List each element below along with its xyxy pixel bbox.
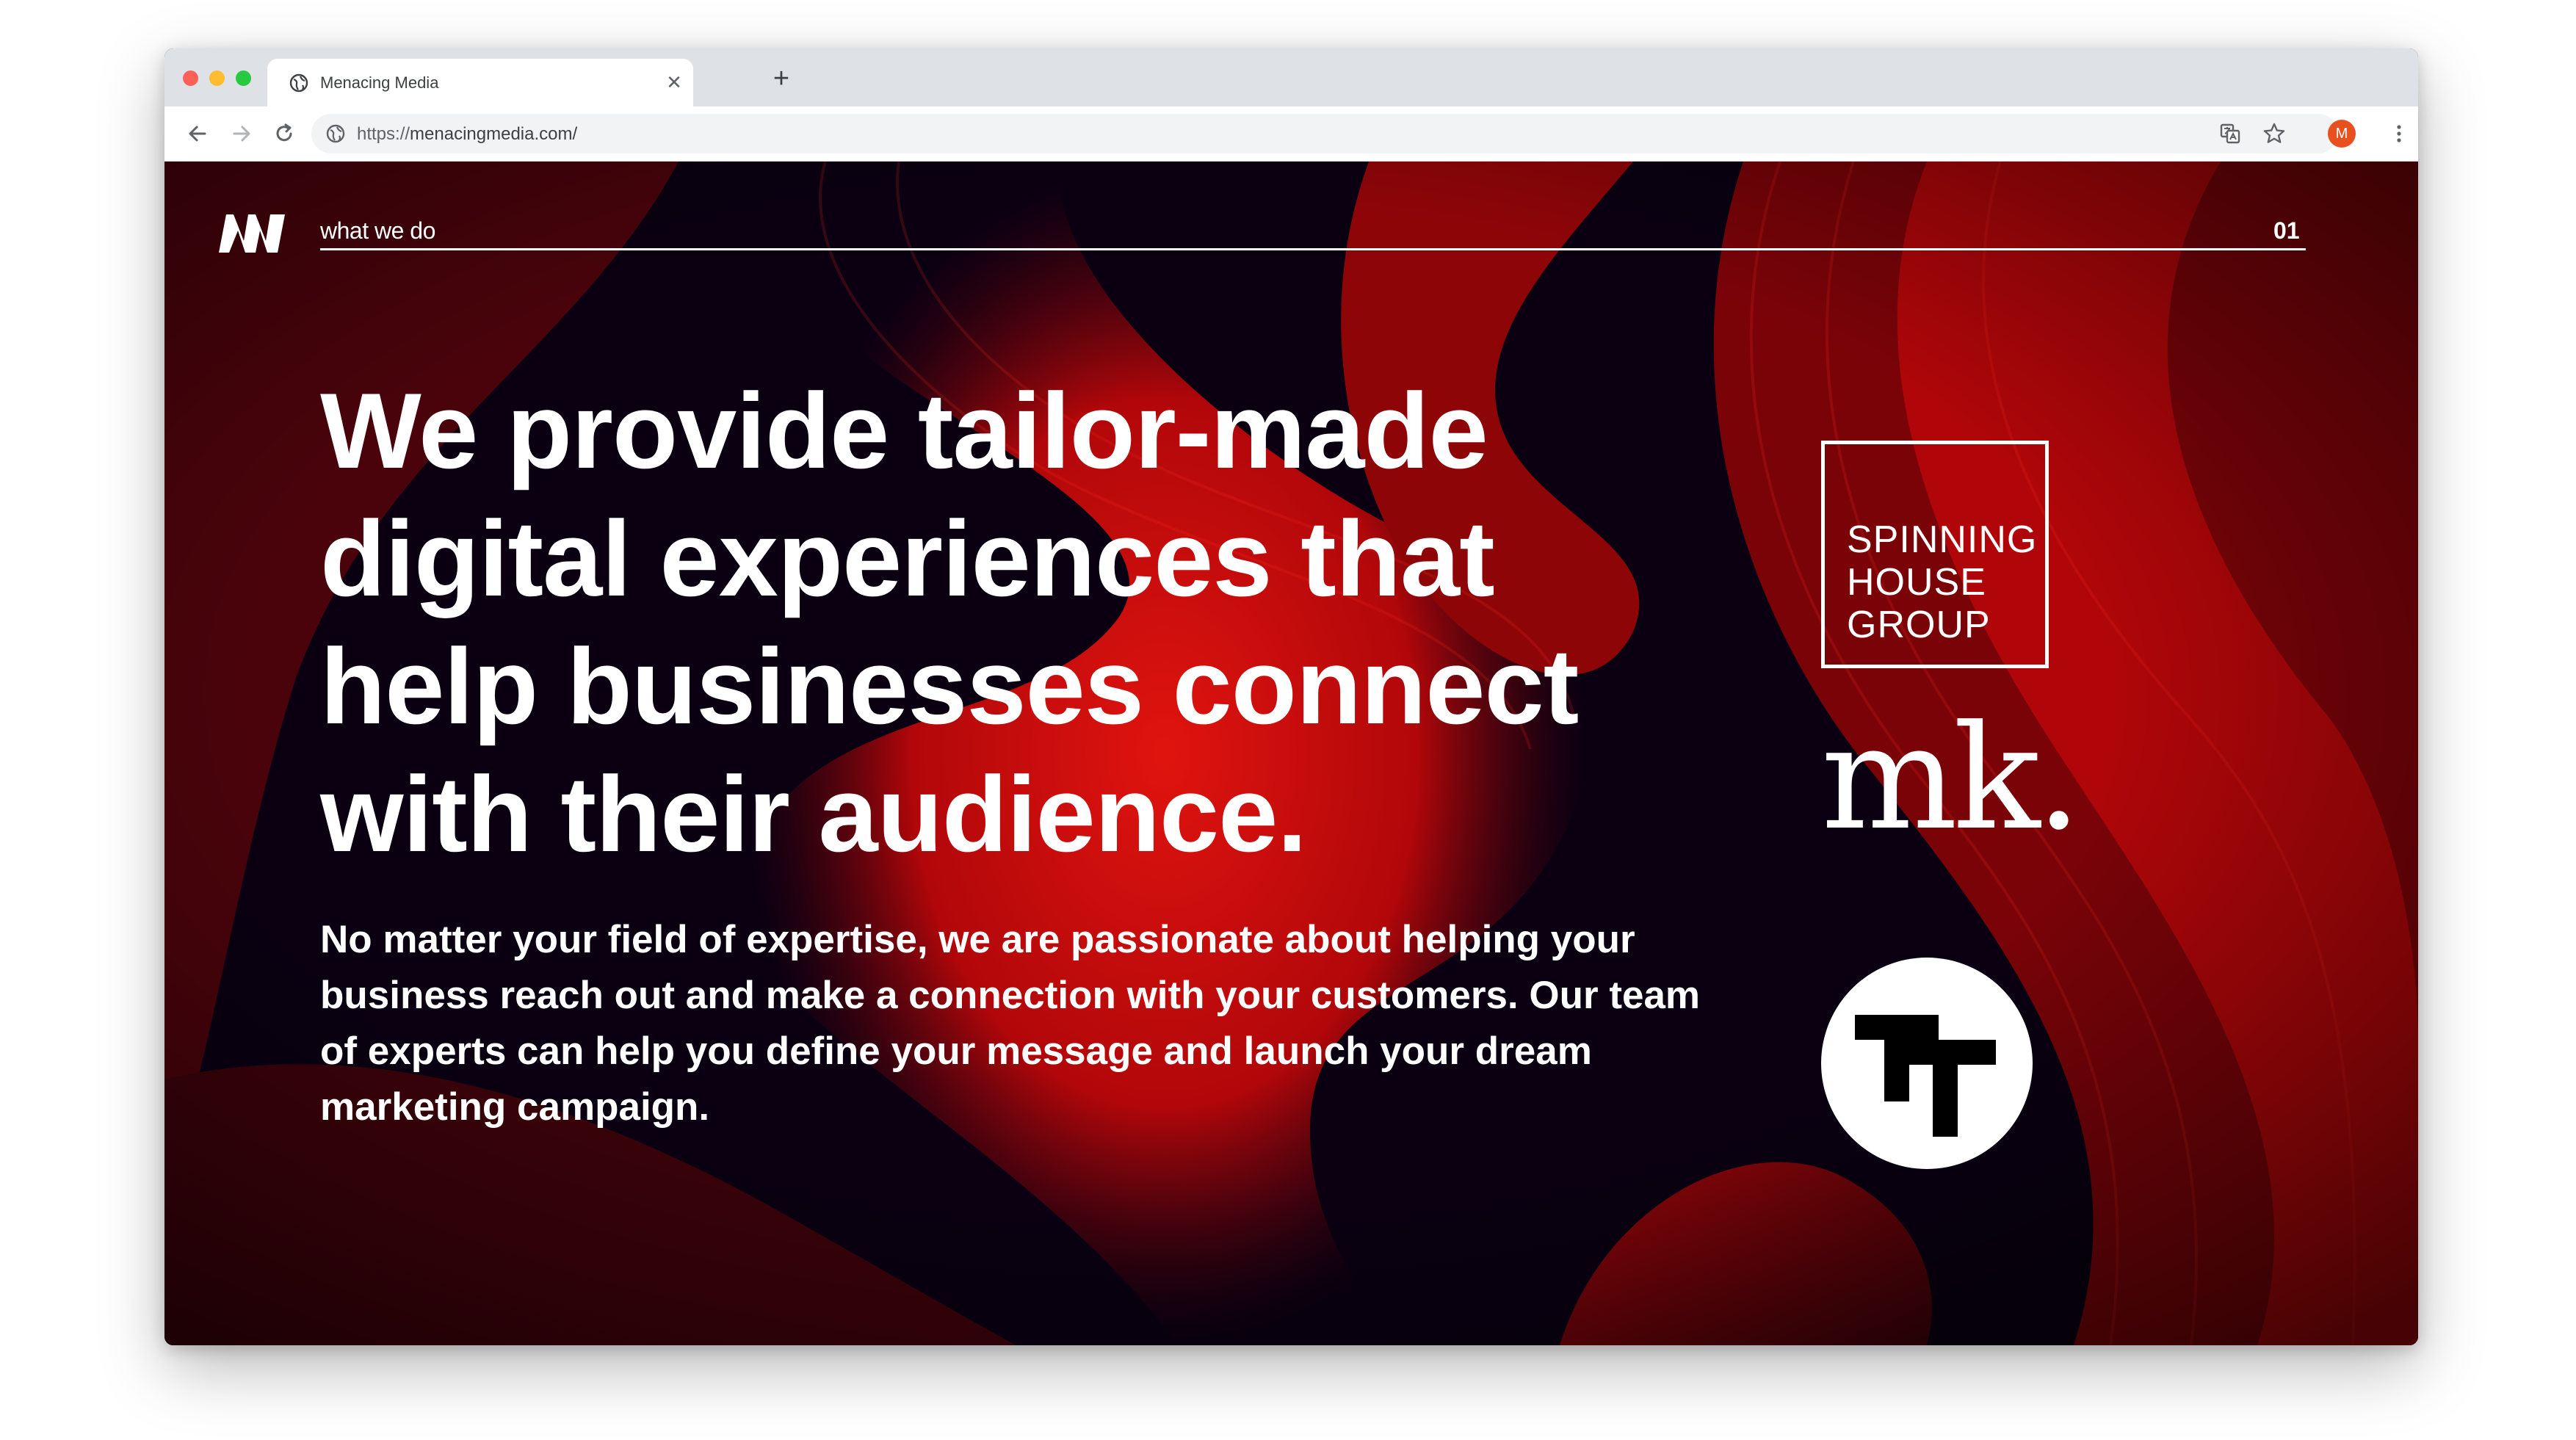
kebab-menu-icon[interactable] [2387, 121, 2412, 146]
maximize-window-button[interactable] [236, 70, 251, 86]
address-bar[interactable]: https://menacingmedia.com/ [311, 114, 2338, 153]
arrow-left-icon[interactable] [185, 121, 210, 146]
body-text: No matter your field of expertise, we ar… [320, 918, 1701, 1129]
globe-icon [326, 124, 345, 143]
globe-icon [289, 73, 308, 93]
minimize-window-button[interactable] [209, 70, 225, 86]
close-icon[interactable]: ✕ [664, 72, 684, 93]
page-viewport: what we do 01 We provide tailor-made dig… [164, 162, 2418, 1345]
translate-icon[interactable] [2218, 121, 2243, 146]
url-scheme: https:// [357, 124, 410, 144]
arrow-right-icon[interactable] [229, 121, 254, 146]
tt-monogram-icon [1855, 1015, 1996, 1137]
menacing-media-logo[interactable] [219, 214, 285, 253]
url-text[interactable]: https://menacingmedia.com/ [357, 124, 577, 145]
tab-menacing-media[interactable]: Menacing Media ✕ [267, 59, 693, 106]
tab-strip: Menacing Media ✕ + [164, 48, 2418, 106]
client-logo-line: GROUP [1847, 604, 1991, 646]
client-logo-spinning-house-group: SPINNING HOUSE GROUP [1821, 441, 2049, 668]
toolbar: https://menacingmedia.com/ M [164, 106, 2418, 162]
section-number: 01 [2273, 217, 2300, 244]
stage: Menacing Media ✕ + https://menacingmedia… [0, 0, 2576, 1440]
reload-icon[interactable] [272, 121, 297, 146]
client-logo-mk: mk. [1821, 695, 2082, 862]
client-logo-line: SPINNING [1847, 518, 2038, 561]
star-icon[interactable] [2262, 121, 2287, 146]
section-divider [320, 248, 2306, 250]
plus-icon[interactable]: + [768, 65, 795, 93]
browser-window: Menacing Media ✕ + https://menacingmedia… [164, 48, 2418, 1345]
client-logo-line: HOUSE [1847, 561, 1986, 604]
profile-avatar[interactable]: M [2328, 120, 2356, 148]
section-label: what we do [320, 217, 435, 244]
tab-title: Menacing Media [320, 73, 439, 92]
headline: We provide tailor-made digital experienc… [320, 371, 1579, 874]
url-host: menacingmedia.com/ [410, 124, 578, 144]
close-window-button[interactable] [183, 70, 198, 86]
client-logo-tt [1821, 958, 2033, 1169]
